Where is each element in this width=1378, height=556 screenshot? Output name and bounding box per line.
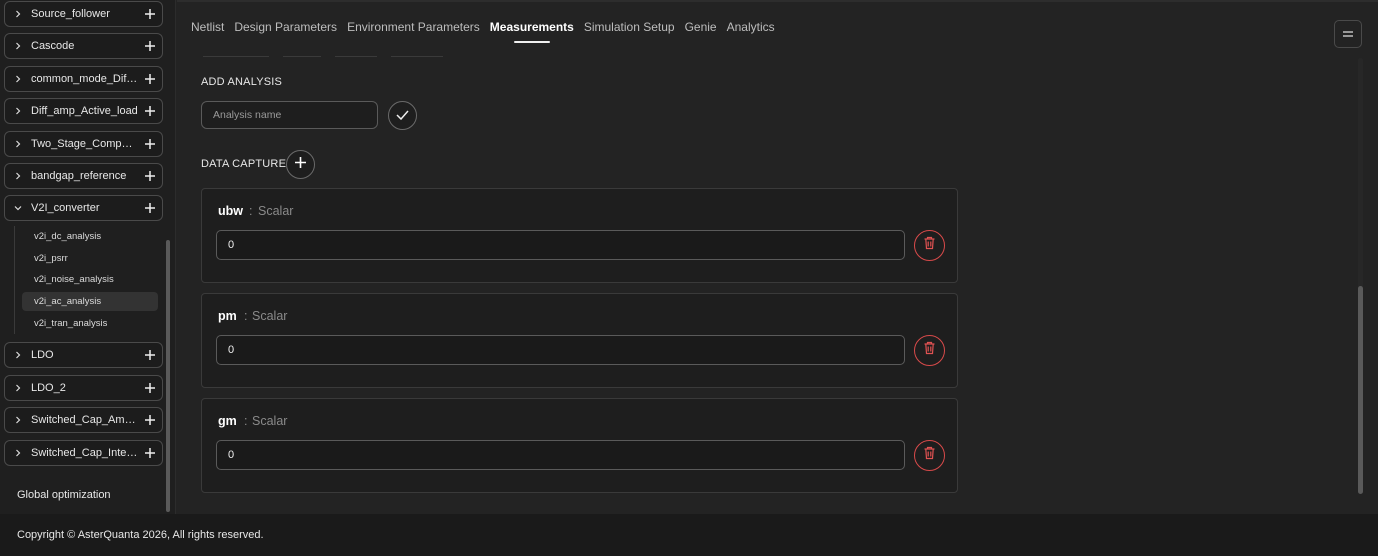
measurement-card-ubw: ubw : Scalar: [201, 188, 958, 283]
menu-button[interactable]: [1334, 20, 1362, 48]
tab-analytics[interactable]: Analytics: [727, 20, 775, 34]
sidebar-group-label: common_mode_Diffa...: [31, 73, 140, 85]
sidebar-item-v2i-ac-analysis[interactable]: v2i_ac_analysis: [22, 292, 158, 311]
delete-measurement-button[interactable]: [914, 335, 945, 366]
add-icon[interactable]: [140, 376, 160, 400]
data-capture-heading: DATA CAPTURE: [201, 158, 287, 170]
measurement-name: ubw: [218, 204, 243, 218]
tab-genie[interactable]: Genie: [685, 20, 717, 34]
measurement-separator: :: [244, 414, 248, 428]
measurement-value-input[interactable]: [216, 440, 905, 470]
sidebar-item-v2i-dc-analysis[interactable]: v2i_dc_analysis: [22, 227, 158, 246]
sidebar-item-v2i-noise-analysis[interactable]: v2i_noise_analysis: [22, 270, 158, 289]
confirm-analysis-button[interactable]: [388, 101, 417, 130]
chevron-right-icon[interactable]: [9, 67, 27, 91]
delete-measurement-button[interactable]: [914, 440, 945, 471]
tree-line: [14, 226, 15, 334]
check-icon: [396, 107, 409, 125]
tab-measurements[interactable]: Measurements: [490, 20, 574, 43]
measurement-card-gm: gm : Scalar: [201, 398, 958, 493]
chevron-right-icon[interactable]: [9, 376, 27, 400]
sidebar-group-label: Cascode: [31, 40, 75, 52]
add-icon[interactable]: [140, 343, 160, 367]
chevron-right-icon[interactable]: [9, 2, 27, 26]
main-content: ADD ANALYSIS DATA CAPTURE ubw : Scalar p…: [177, 58, 1378, 514]
footer: Copyright © AsterQuanta 2026, All rights…: [0, 514, 1378, 556]
trash-icon: [923, 446, 936, 465]
add-icon[interactable]: [140, 99, 160, 123]
copyright-text: Copyright © AsterQuanta 2026, All rights…: [17, 529, 264, 541]
sidebar-group-common-mode-diffamp[interactable]: common_mode_Diffa...: [4, 66, 163, 92]
sidebar-group-label: V2I_converter: [31, 202, 100, 214]
measurement-value-input[interactable]: [216, 335, 905, 365]
sidebar-group-diff-amp-active-load[interactable]: Diff_amp_Active_load: [4, 98, 163, 124]
sidebar-group-two-stage-comparator[interactable]: Two_Stage_Compara...: [4, 131, 163, 157]
add-icon[interactable]: [140, 132, 160, 156]
plus-icon: [294, 156, 307, 174]
top-border: [177, 0, 1378, 2]
measurement-type: Scalar: [258, 204, 294, 218]
measurement-name: pm: [218, 309, 237, 323]
sidebar-group-ldo[interactable]: LDO: [4, 342, 163, 368]
global-optimization-link[interactable]: Global optimization: [17, 489, 111, 501]
sidebar-group-label: Two_Stage_Compara...: [31, 138, 140, 150]
measurement-name: gm: [218, 414, 237, 428]
top-nav: Netlist Design Parameters Environment Pa…: [177, 0, 1378, 57]
add-analysis-heading: ADD ANALYSIS: [201, 76, 283, 88]
tab-environment-parameters[interactable]: Environment Parameters: [347, 20, 480, 34]
add-icon[interactable]: [140, 67, 160, 91]
sidebar-item-v2i-psrr[interactable]: v2i_psrr: [22, 249, 158, 268]
delete-measurement-button[interactable]: [914, 230, 945, 261]
sidebar: Source_follower Cascode common_mode_Diff…: [0, 0, 176, 514]
chevron-right-icon[interactable]: [9, 441, 27, 465]
sidebar-group-v2i-converter[interactable]: V2I_converter: [4, 195, 163, 221]
sidebar-item-v2i-tran-analysis[interactable]: v2i_tran_analysis: [22, 314, 158, 333]
measurement-type: Scalar: [252, 309, 288, 323]
sidebar-scrollbar[interactable]: [166, 240, 170, 512]
app-root: Source_follower Cascode common_mode_Diff…: [0, 0, 1378, 556]
chevron-right-icon[interactable]: [9, 132, 27, 156]
trash-icon: [923, 341, 936, 360]
add-icon[interactable]: [140, 441, 160, 465]
trash-icon: [923, 236, 936, 255]
main-scrollbar-thumb[interactable]: [1358, 286, 1363, 494]
sidebar-group-label: Source_follower: [31, 8, 110, 20]
add-icon[interactable]: [140, 196, 160, 220]
chevron-right-icon[interactable]: [9, 34, 27, 58]
sidebar-group-bandgap-reference[interactable]: bandgap_reference: [4, 163, 163, 189]
sidebar-group-switched-cap-integrator[interactable]: Switched_Cap_Integr...: [4, 440, 163, 466]
measurement-value-input[interactable]: [216, 230, 905, 260]
chevron-right-icon[interactable]: [9, 164, 27, 188]
measurement-separator: :: [244, 309, 248, 323]
sidebar-group-label: Diff_amp_Active_load: [31, 105, 138, 117]
tab-netlist[interactable]: Netlist: [191, 20, 224, 34]
add-icon[interactable]: [140, 408, 160, 432]
chevron-right-icon[interactable]: [9, 99, 27, 123]
sidebar-group-label: Switched_Cap_Integr...: [31, 447, 140, 459]
analysis-tabs-strip: [203, 54, 443, 57]
add-icon[interactable]: [140, 34, 160, 58]
sidebar-group-source-follower[interactable]: Source_follower: [4, 1, 163, 27]
sidebar-group-cascode[interactable]: Cascode: [4, 33, 163, 59]
sidebar-group-label: LDO_2: [31, 382, 66, 394]
add-icon[interactable]: [140, 164, 160, 188]
analysis-name-input[interactable]: [201, 101, 378, 129]
measurement-separator: :: [249, 204, 253, 218]
add-data-capture-button[interactable]: [286, 150, 315, 179]
chevron-down-icon[interactable]: [9, 196, 27, 220]
measurement-card-pm: pm : Scalar: [201, 293, 958, 388]
add-icon[interactable]: [140, 2, 160, 26]
sidebar-group-label: LDO: [31, 349, 54, 361]
tab-bar: Netlist Design Parameters Environment Pa…: [191, 20, 785, 43]
measurement-type: Scalar: [252, 414, 288, 428]
chevron-right-icon[interactable]: [9, 343, 27, 367]
tab-simulation-setup[interactable]: Simulation Setup: [584, 20, 675, 34]
sidebar-group-ldo-2[interactable]: LDO_2: [4, 375, 163, 401]
sidebar-group-label: bandgap_reference: [31, 170, 127, 182]
sidebar-group-label: Switched_Cap_Ampli...: [31, 414, 140, 426]
tab-design-parameters[interactable]: Design Parameters: [234, 20, 337, 34]
sidebar-group-switched-cap-amplifier[interactable]: Switched_Cap_Ampli...: [4, 407, 163, 433]
hamburger-icon: [1342, 25, 1354, 43]
chevron-right-icon[interactable]: [9, 408, 27, 432]
